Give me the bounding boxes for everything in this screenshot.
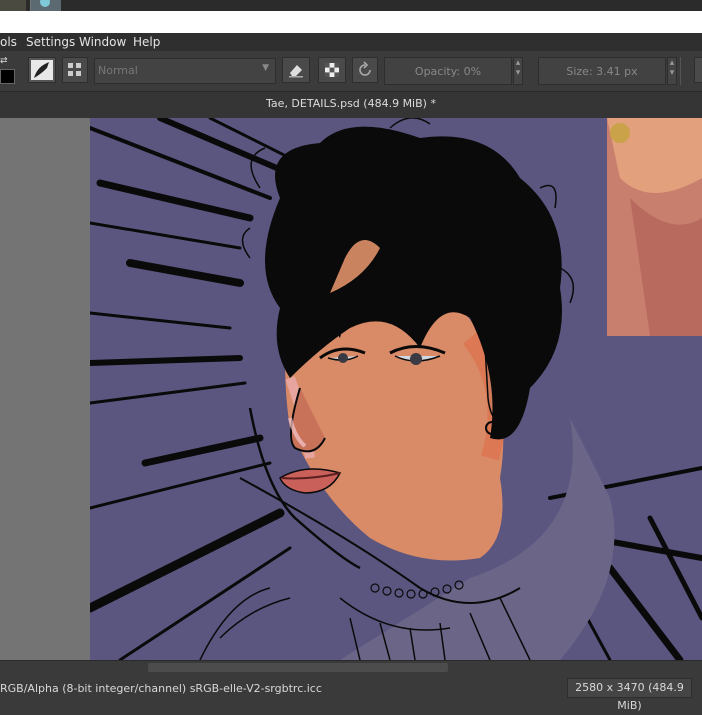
- color-swatch-icon[interactable]: ⇄: [0, 57, 16, 85]
- checkerboard-icon: [325, 63, 339, 77]
- opacity-value: Opacity: 0%: [414, 65, 482, 78]
- grid-icon: [68, 63, 81, 76]
- blend-mode-select[interactable]: Normal ▼: [94, 58, 276, 84]
- eraser-icon: [289, 65, 303, 78]
- opacity-spin-buttons[interactable]: ▴ ▾: [513, 57, 523, 85]
- document-tab-bar: Tae, DETAILS.psd (484.9 MiB) *: [0, 92, 702, 118]
- color-profile-info: RGB/Alpha (8-bit integer/channel) sRGB-e…: [0, 682, 322, 695]
- toolbar-extra-button[interactable]: [694, 57, 702, 83]
- menu-help[interactable]: Help: [133, 35, 160, 49]
- reload-preset-button[interactable]: [352, 57, 378, 83]
- reload-icon: [359, 61, 371, 76]
- menu-tools[interactable]: ols: [0, 35, 17, 49]
- taskbar-krita-button[interactable]: [30, 0, 61, 11]
- scrollbar-thumb[interactable]: [148, 663, 448, 672]
- status-bar: RGB/Alpha (8-bit integer/channel) sRGB-e…: [0, 674, 702, 712]
- taskbar-app-button[interactable]: [0, 0, 26, 11]
- eraser-mode-button[interactable]: [282, 57, 310, 83]
- size-value: Size: 3.41 px: [566, 65, 638, 78]
- chevron-down-icon: ▼: [262, 63, 269, 73]
- artwork: [90, 118, 702, 660]
- blend-mode-value: Normal: [98, 64, 138, 77]
- brush-presets-grid-button[interactable]: [62, 57, 88, 83]
- menu-window[interactable]: Window: [79, 35, 126, 49]
- brush-preset-button[interactable]: [28, 57, 56, 83]
- document-tab-title[interactable]: Tae, DETAILS.psd (484.9 MiB) *: [0, 97, 702, 110]
- preserve-alpha-button[interactable]: [318, 57, 346, 83]
- menu-settings[interactable]: Settings: [26, 35, 75, 49]
- opacity-slider[interactable]: Opacity: 0%: [384, 57, 512, 85]
- canvas[interactable]: [90, 118, 702, 660]
- tool-options-bar: ⇄ Normal ▼ Opacity: 0% ▴ ▾ Size: 3.41 px…: [0, 51, 702, 92]
- image-size-info[interactable]: 2580 x 3470 (484.9 MiB): [567, 678, 692, 712]
- size-spin-buttons[interactable]: ▴ ▾: [667, 57, 677, 85]
- window-frame: [0, 11, 702, 33]
- toolbar-divider: [680, 57, 681, 85]
- app-icon: [40, 0, 50, 7]
- size-slider[interactable]: Size: 3.41 px: [538, 57, 666, 85]
- os-taskbar: [0, 0, 702, 11]
- canvas-surround-left: [0, 118, 90, 660]
- menu-bar: ols Settings Window Help: [0, 33, 702, 51]
- brush-icon: [31, 60, 53, 80]
- horizontal-scrollbar[interactable]: [0, 660, 702, 674]
